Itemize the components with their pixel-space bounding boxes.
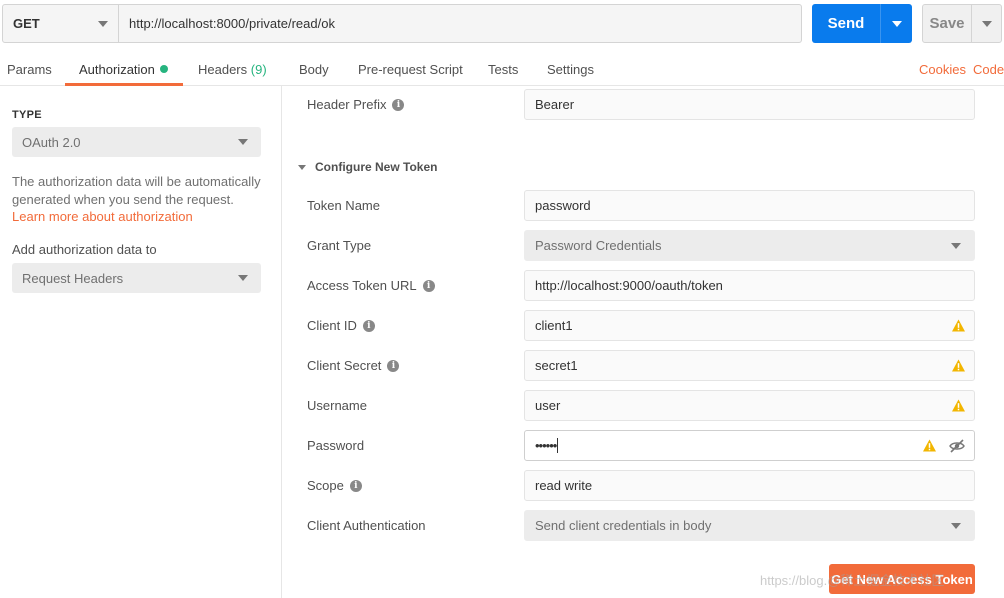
chevron-down-icon xyxy=(98,20,108,27)
label-text: Header Prefix xyxy=(307,97,387,112)
tab-body[interactable]: Body xyxy=(299,62,329,77)
tab-tests[interactable]: Tests xyxy=(488,62,518,77)
send-button[interactable]: Send xyxy=(812,4,912,43)
access-token-url-input[interactable]: http://localhost:9000/oauth/token xyxy=(524,270,975,301)
panel-divider xyxy=(281,86,282,598)
url-input[interactable]: http://localhost:8000/private/read/ok xyxy=(119,5,801,42)
password-label: Password xyxy=(307,438,364,453)
access-token-url-label: Access Token URL i xyxy=(307,278,435,293)
chevron-down-icon xyxy=(238,139,248,145)
client-auth-value: Send client credentials in body xyxy=(535,518,712,533)
scope-input[interactable]: read write xyxy=(524,470,975,501)
auth-type-value: OAuth 2.0 xyxy=(22,134,81,150)
chevron-down-icon xyxy=(891,20,902,27)
add-to-label: Add authorization data to xyxy=(12,242,157,257)
chevron-down-icon xyxy=(238,275,248,281)
add-to-select[interactable]: Request Headers xyxy=(12,263,261,293)
grant-type-value: Password Credentials xyxy=(535,238,662,253)
method-label: GET xyxy=(13,16,40,31)
client-id-value: client1 xyxy=(535,318,573,333)
info-icon[interactable]: i xyxy=(362,319,375,332)
token-name-input[interactable]: password xyxy=(524,190,975,221)
client-id-label: Client ID i xyxy=(307,318,375,333)
grant-type-select[interactable]: Password Credentials xyxy=(524,230,975,261)
cookies-link[interactable]: Cookies xyxy=(919,62,966,77)
add-to-value: Request Headers xyxy=(22,270,124,286)
label-text: Token Name xyxy=(307,198,380,213)
header-prefix-input[interactable]: Bearer xyxy=(524,89,975,120)
active-dot-icon xyxy=(159,65,168,73)
text-cursor xyxy=(557,438,559,453)
scope-label: Scope i xyxy=(307,478,362,493)
save-label: Save xyxy=(929,15,965,32)
tab-label: Authorization xyxy=(79,62,155,77)
client-id-input[interactable]: client1 xyxy=(524,310,975,341)
info-icon[interactable]: i xyxy=(422,279,435,292)
label-text: Grant Type xyxy=(307,238,372,253)
tab-settings[interactable]: Settings xyxy=(547,62,594,77)
headers-count: (9) xyxy=(250,62,267,77)
chevron-down-icon xyxy=(951,242,961,249)
info-icon[interactable]: i xyxy=(392,98,405,111)
get-new-access-token-button[interactable]: Get New Access Token xyxy=(829,564,975,594)
info-icon[interactable]: i xyxy=(349,479,362,492)
tab-headers[interactable]: Headers (9) xyxy=(198,62,267,77)
chevron-down-icon xyxy=(951,522,961,529)
label-text: Password xyxy=(307,438,365,453)
tab-params[interactable]: Params xyxy=(7,62,52,77)
token-name-label: Token Name xyxy=(307,198,380,213)
info-icon[interactable]: i xyxy=(387,359,400,372)
eye-slash-icon[interactable] xyxy=(949,439,965,453)
type-label: TYPE xyxy=(12,109,42,121)
client-auth-label: Client Authentication xyxy=(307,518,426,533)
label-text: Client Secret xyxy=(307,358,382,373)
username-label: Username xyxy=(307,398,367,413)
auth-type-select[interactable]: OAuth 2.0 xyxy=(12,127,261,157)
label-text: Scope xyxy=(307,478,344,493)
label-text: Access Token URL xyxy=(307,278,417,293)
warning-icon xyxy=(952,319,965,332)
auth-description: The authorization data will be automatic… xyxy=(12,174,261,207)
save-button[interactable]: Save xyxy=(922,4,1002,43)
client-secret-value: secret1 xyxy=(535,358,578,373)
warning-icon xyxy=(952,399,965,412)
username-input[interactable]: user xyxy=(524,390,975,421)
send-options-button[interactable] xyxy=(880,4,912,43)
configure-token-toggle[interactable]: Configure New Token xyxy=(298,160,437,174)
chevron-down-icon xyxy=(298,164,306,170)
username-value: user xyxy=(535,398,561,413)
client-auth-select[interactable]: Send client credentials in body xyxy=(524,510,975,541)
chevron-down-icon xyxy=(981,20,992,27)
warning-icon xyxy=(923,439,936,452)
request-bar: GET http://localhost:8000/private/read/o… xyxy=(2,4,802,43)
save-options-button[interactable] xyxy=(971,5,1001,42)
grant-type-label: Grant Type xyxy=(307,238,371,253)
warning-icon xyxy=(952,359,965,372)
tab-authorization[interactable]: Authorization xyxy=(79,62,168,77)
method-select[interactable]: GET xyxy=(3,5,119,42)
header-prefix-label: Header Prefix i xyxy=(307,97,405,112)
learn-more-link[interactable]: Learn more about authorization xyxy=(12,209,193,224)
password-value: •••••• xyxy=(535,438,557,453)
client-secret-input[interactable]: secret1 xyxy=(524,350,975,381)
label-text: Client Authentication xyxy=(307,518,426,533)
send-label: Send xyxy=(827,15,865,32)
active-tab-indicator xyxy=(65,83,183,86)
configure-label: Configure New Token xyxy=(315,160,438,174)
label-text: Client ID xyxy=(307,318,357,333)
request-tabs: Params Authorization Headers (9) Body Pr… xyxy=(0,52,1004,86)
tab-pre-request-script[interactable]: Pre-request Script xyxy=(358,62,463,77)
client-secret-label: Client Secret i xyxy=(307,358,400,373)
code-link[interactable]: Code xyxy=(973,62,1004,77)
label-text: Username xyxy=(307,398,367,413)
password-input[interactable]: •••••• xyxy=(524,430,975,461)
tab-label: Headers xyxy=(198,62,248,77)
